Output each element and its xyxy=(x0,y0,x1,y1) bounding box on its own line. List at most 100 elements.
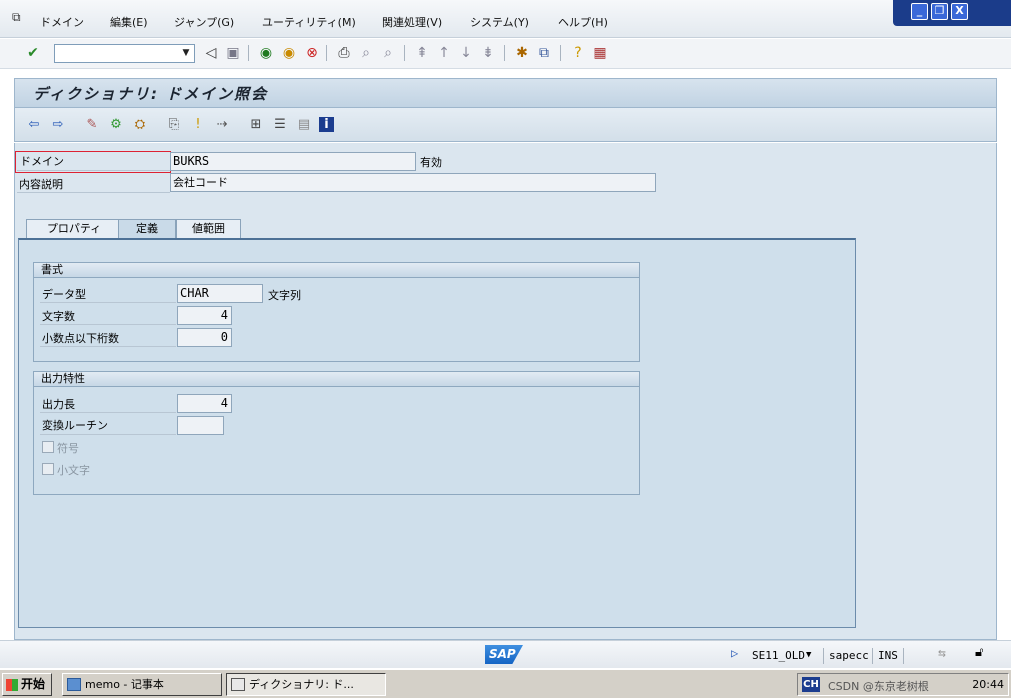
info-icon[interactable]: i xyxy=(319,117,334,132)
screen-title-bar: ディクショナリ: ドメイン照会 xyxy=(14,78,997,108)
output-length-label: 出力長 xyxy=(42,398,75,411)
enter-check-icon[interactable]: ✔ xyxy=(24,44,42,62)
arrow-left-icon[interactable]: ⇦ xyxy=(25,116,43,134)
menu-edit[interactable]: 編集(E) xyxy=(110,14,148,30)
application-toolbar: ⇦ ⇨ ✎ ⚙ ⛭ ⎘ ! ⇢ ⊞ ☰ ▤ i xyxy=(14,108,997,142)
menu-help[interactable]: ヘルプ(H) xyxy=(558,14,608,30)
find-icon[interactable]: ⌕ xyxy=(357,44,375,62)
menu-bar: ⧉ ドメイン 編集(E) ジャンプ(G) ユーティリティ(M) 関連処理(V) … xyxy=(0,0,1011,38)
toolbar-separator xyxy=(248,45,249,61)
tab-value-range[interactable]: 値範囲 xyxy=(176,219,241,239)
collapse-left-icon[interactable]: ◁ xyxy=(202,44,220,62)
help-icon[interactable]: ? xyxy=(569,44,587,62)
find-next-icon[interactable]: ⌕ xyxy=(379,44,397,62)
output-length-field[interactable]: 4 xyxy=(177,394,232,413)
input-language[interactable]: CH xyxy=(802,677,820,692)
domain-status: 有効 xyxy=(420,156,442,169)
toolbar-separator xyxy=(404,45,405,61)
decimals-label-box: 小数点以下桁数 xyxy=(40,327,176,347)
where-used-icon[interactable]: ! xyxy=(189,116,207,134)
datatype-field[interactable]: CHAR xyxy=(177,284,263,303)
object-list-icon[interactable]: ☰ xyxy=(271,116,289,134)
lock-icon[interactable]: 🔓︎ xyxy=(975,645,983,660)
last-page-icon[interactable]: ⇟ xyxy=(479,44,497,62)
window-controls: _ ❐ X xyxy=(893,0,1011,26)
display-change-icon[interactable]: ✎ xyxy=(83,116,101,134)
chevron-down-icon[interactable]: ▼ xyxy=(806,650,811,660)
decimals-field[interactable]: 0 xyxy=(177,328,232,347)
insert-mode: INS xyxy=(878,649,898,662)
cancel-icon[interactable]: ⊗ xyxy=(303,44,321,62)
prev-page-icon[interactable]: ↑ xyxy=(435,44,453,62)
arrow-right-icon[interactable]: ⇨ xyxy=(49,116,67,134)
status-separator xyxy=(872,648,873,664)
check-icon[interactable]: ⚙ xyxy=(107,116,125,134)
activate-icon[interactable]: ⛭ xyxy=(131,116,149,134)
sap-logo: SAP xyxy=(485,645,523,664)
close-button[interactable]: X xyxy=(951,3,968,20)
status-separator xyxy=(823,648,824,664)
tab-definition[interactable]: 定義 xyxy=(118,219,176,240)
windows-taskbar: 开始 memo - 记事本 ディクショナリ: ド... CH CSDN @东京老… xyxy=(0,669,1011,698)
datatype-label: データ型 xyxy=(42,288,86,301)
conversion-routine-field[interactable] xyxy=(177,416,224,435)
menu-system[interactable]: システム(Y) xyxy=(470,14,529,30)
menu-utilities[interactable]: ユーティリティ(M) xyxy=(262,14,356,30)
description-field[interactable]: 会社コード xyxy=(170,173,656,192)
conversion-routine-label: 変換ルーチン xyxy=(42,419,108,432)
next-page-icon[interactable]: ↓ xyxy=(457,44,475,62)
standard-toolbar: ✔ ▼ ◁ ▣ ◉ ◉ ⊗ ⎙ ⌕ ⌕ ⇞ ↑ ↓ ⇟ ✱ ⧉ ? ▦ xyxy=(0,39,1011,69)
chevron-down-icon[interactable]: ▼ xyxy=(178,45,194,62)
length-label: 文字数 xyxy=(42,310,75,323)
domain-field[interactable]: BUKRS xyxy=(170,152,416,171)
menu-domain[interactable]: ドメイン xyxy=(40,14,84,30)
status-expand-icon[interactable]: ▷ xyxy=(731,646,738,660)
layout-icon[interactable]: ▦ xyxy=(591,44,609,62)
lowercase-label: 小文字 xyxy=(57,464,90,477)
task-notepad[interactable]: memo - 记事本 xyxy=(62,673,222,696)
connection-icon[interactable]: ⇆ xyxy=(938,646,946,661)
menu-environment[interactable]: 関連処理(V) xyxy=(382,14,442,30)
exit-icon[interactable]: ◉ xyxy=(280,44,298,62)
task-sap[interactable]: ディクショナリ: ド... xyxy=(226,673,386,696)
decimals-label: 小数点以下桁数 xyxy=(42,332,119,345)
minimize-button[interactable]: _ xyxy=(911,3,928,20)
new-session-icon[interactable]: ✱ xyxy=(513,44,531,62)
documentation-icon[interactable]: ▤ xyxy=(295,116,313,134)
length-field[interactable]: 4 xyxy=(177,306,232,325)
first-page-icon[interactable]: ⇞ xyxy=(413,44,431,62)
print-icon[interactable]: ⎙ xyxy=(335,44,353,62)
navigate-icon[interactable]: ⇢ xyxy=(213,116,231,134)
domain-label: ドメイン xyxy=(20,155,64,168)
menu-goto[interactable]: ジャンプ(G) xyxy=(174,14,234,30)
system-menu-icon[interactable]: ⧉ xyxy=(12,10,28,24)
save-icon[interactable]: ▣ xyxy=(224,44,242,62)
other-object-icon[interactable]: ⎘ xyxy=(165,116,183,134)
system-tray: CH CSDN @东京老树根 20:44 xyxy=(797,673,1009,696)
datatype-label-box: データ型 xyxy=(40,283,176,303)
hierarchy-icon[interactable]: ⊞ xyxy=(247,116,265,134)
restore-button[interactable]: ❐ xyxy=(931,3,948,20)
sap-window-icon xyxy=(231,678,245,691)
tab-properties[interactable]: プロパティ xyxy=(26,219,122,239)
sign-checkbox[interactable] xyxy=(42,441,54,453)
toolbar-separator xyxy=(326,45,327,61)
status-bar: SAP ▷ SE11_OLD ▼ sapecc INS ⇆ 🔓︎ xyxy=(0,640,1011,668)
start-button[interactable]: 开始 xyxy=(2,673,52,696)
command-field[interactable]: ▼ xyxy=(54,44,195,63)
notepad-icon xyxy=(67,678,81,691)
sign-label: 符号 xyxy=(57,442,79,455)
outlen-label-box: 出力長 xyxy=(40,393,176,413)
toolbar-separator xyxy=(560,45,561,61)
command-input[interactable] xyxy=(55,45,175,62)
format-group-title: 書式 xyxy=(34,263,639,278)
toolbar-separator xyxy=(504,45,505,61)
convexit-label-box: 変換ルーチン xyxy=(40,415,176,435)
lowercase-checkbox[interactable] xyxy=(42,463,54,475)
length-label-box: 文字数 xyxy=(40,305,176,325)
shortcut-icon[interactable]: ⧉ xyxy=(535,44,553,62)
transaction-code: SE11_OLD xyxy=(752,649,805,662)
description-label-box: 内容説明 xyxy=(17,173,170,193)
task-notepad-label: memo - 记事本 xyxy=(85,678,164,691)
back-icon[interactable]: ◉ xyxy=(257,44,275,62)
